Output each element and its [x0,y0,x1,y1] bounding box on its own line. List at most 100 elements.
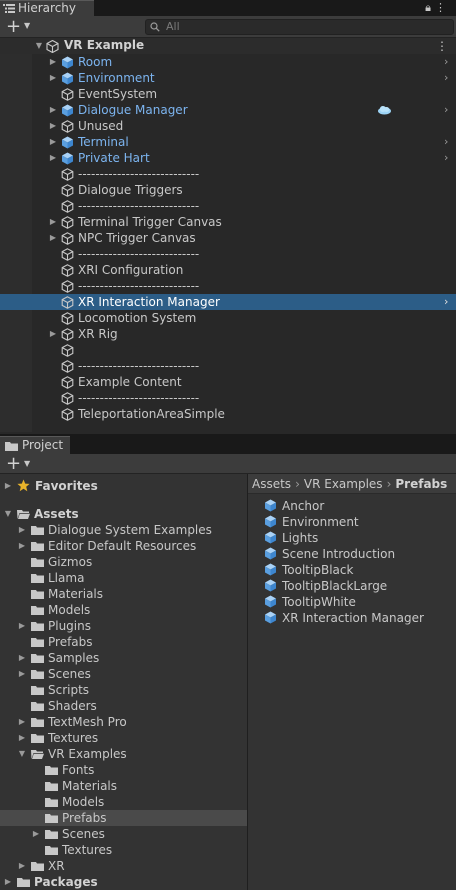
foldout-closed-icon[interactable]: ▶ [31,826,41,842]
hierarchy-search-input[interactable]: All [145,19,454,35]
open-prefab-chevron-icon[interactable]: › [444,150,452,166]
project-toolbar: + ▼ [0,454,456,474]
project-folder-row[interactable]: ▶ Samples [0,650,247,666]
asset-item[interactable]: Scene Introduction [264,546,454,562]
foldout-closed-icon[interactable]: ▶ [17,538,27,554]
project-folder-row[interactable]: Scripts [0,682,247,698]
hierarchy-item-row[interactable]: ---------------------------- [0,246,456,262]
hierarchy-item-row[interactable]: ---------------------------- [0,390,456,406]
asset-item[interactable]: Lights [264,530,454,546]
project-folder-row[interactable]: Models [0,602,247,618]
create-plus-icon[interactable]: + [6,16,21,37]
foldout-closed-icon[interactable]: ▶ [48,54,58,70]
hierarchy-item-row[interactable]: ▶ Terminal › [0,134,456,150]
asset-item[interactable]: XR Interaction Manager [264,610,454,626]
hierarchy-item-row[interactable]: Example Content [0,374,456,390]
foldout-closed-icon[interactable]: ▶ [48,70,58,86]
foldout-closed-icon[interactable]: ▶ [48,326,58,342]
hierarchy-item-row[interactable]: ▶ Environment › [0,70,456,86]
open-prefab-chevron-icon[interactable]: › [444,294,452,310]
foldout-closed-icon[interactable]: ▶ [17,650,27,666]
hierarchy-tab[interactable]: Hierarchy [0,0,94,16]
foldout-closed-icon[interactable]: ▶ [17,618,27,634]
foldout-closed-icon[interactable]: ▶ [48,118,58,134]
open-prefab-chevron-icon[interactable]: › [444,102,452,118]
foldout-open-icon[interactable]: ▼ [3,506,13,522]
create-dropdown-caret-icon[interactable]: ▼ [24,21,30,30]
project-folder-row[interactable]: Llama [0,570,247,586]
hierarchy-item-row[interactable]: XRI Configuration [0,262,456,278]
project-folder-row[interactable]: Models [0,794,247,810]
foldout-closed-icon[interactable]: ▶ [17,730,27,746]
hierarchy-item-row[interactable]: Dialogue Triggers [0,182,456,198]
foldout-closed-icon[interactable]: ▶ [48,134,58,150]
hierarchy-item-row[interactable]: ▶ XR Rig [0,326,456,342]
hierarchy-item-row[interactable]: ▶ Terminal Trigger Canvas [0,214,456,230]
hierarchy-item-row[interactable]: ▶ Room › [0,54,456,70]
project-tab[interactable]: Project [0,436,70,454]
project-folder-row[interactable]: Prefabs [0,810,247,826]
project-folder-row[interactable]: Fonts [0,762,247,778]
open-prefab-chevron-icon[interactable]: › [444,70,452,86]
kebab-menu-icon[interactable]: ⋮ [435,1,450,14]
project-folder-row[interactable]: ▶ Dialogue System Examples [0,522,247,538]
project-folder-row[interactable]: Materials [0,586,247,602]
project-folder-row[interactable]: ▶ Scenes [0,666,247,682]
scene-header-row[interactable]: ▼ VR Example ⋮ [0,38,456,54]
favorites-row[interactable]: ▶ Favorites [0,478,247,494]
hierarchy-item-row[interactable]: XR Interaction Manager › [0,294,456,310]
project-folder-row[interactable]: Textures [0,842,247,858]
open-prefab-chevron-icon[interactable]: › [444,54,452,70]
foldout-closed-icon[interactable]: ▶ [17,714,27,730]
favorites-foldout-closed-icon[interactable]: ▶ [3,478,13,494]
project-folder-row[interactable]: ▶ Textures [0,730,247,746]
hierarchy-item-row[interactable]: ▶ Unused [0,118,456,134]
project-folder-row[interactable]: ▶ Plugins [0,618,247,634]
breadcrumb-item[interactable]: VR Examples [304,477,383,491]
project-create-dropdown-caret-icon[interactable]: ▼ [24,459,30,468]
open-prefab-chevron-icon[interactable]: › [444,134,452,150]
scene-foldout-open-icon[interactable]: ▼ [34,38,44,54]
hierarchy-item-row[interactable]: ---------------------------- [0,198,456,214]
foldout-closed-icon[interactable]: ▶ [48,230,58,246]
foldout-closed-icon[interactable]: ▶ [48,214,58,230]
hierarchy-item-row[interactable] [0,342,456,358]
project-folder-row[interactable]: ▶ Editor Default Resources [0,538,247,554]
foldout-closed-icon[interactable]: ▶ [17,858,27,874]
project-folder-row[interactable]: Shaders [0,698,247,714]
foldout-closed-icon[interactable]: ▶ [3,874,13,890]
hierarchy-item-row[interactable]: ---------------------------- [0,166,456,182]
project-folder-row[interactable]: ▼ VR Examples [0,746,247,762]
hierarchy-item-row[interactable]: ---------------------------- [0,358,456,374]
project-create-plus-icon[interactable]: + [6,454,21,473]
foldout-closed-icon[interactable]: ▶ [48,102,58,118]
hierarchy-item-row[interactable]: ---------------------------- [0,278,456,294]
project-folder-row[interactable]: Gizmos [0,554,247,570]
hierarchy-item-row[interactable]: Locomotion System [0,310,456,326]
hierarchy-item-row[interactable]: ▶ Dialogue Manager › [0,102,456,118]
asset-item[interactable]: TooltipBlack [264,562,454,578]
hierarchy-item-row[interactable]: ▶ Private Hart › [0,150,456,166]
foldout-closed-icon[interactable]: ▶ [17,666,27,682]
asset-item[interactable]: Anchor [264,498,454,514]
project-folder-row[interactable]: ▶ Scenes [0,826,247,842]
asset-item[interactable]: TooltipBlackLarge [264,578,454,594]
project-folder-row[interactable]: ▶ XR [0,858,247,874]
foldout-closed-icon[interactable]: ▶ [17,522,27,538]
hierarchy-item-row[interactable]: TeleportationAreaSimple [0,406,456,422]
lock-icon[interactable]: 🔒︎ [425,1,435,14]
foldout-open-icon[interactable]: ▼ [17,746,27,762]
project-folder-row[interactable]: ▼ Assets [0,506,247,522]
project-folder-row[interactable]: Prefabs [0,634,247,650]
asset-item[interactable]: TooltipWhite [264,594,454,610]
scene-menu-kebab-icon[interactable]: ⋮ [436,38,448,54]
project-folder-row[interactable]: ▶ TextMesh Pro [0,714,247,730]
project-folder-row[interactable]: ▶ Packages [0,874,247,890]
foldout-closed-icon[interactable]: ▶ [48,150,58,166]
hierarchy-item-row[interactable]: EventSystem [0,86,456,102]
gameobject-cube-icon [61,264,74,277]
asset-item[interactable]: Environment [264,514,454,530]
project-folder-row[interactable]: Materials [0,778,247,794]
hierarchy-item-row[interactable]: ▶ NPC Trigger Canvas [0,230,456,246]
breadcrumb-item[interactable]: Assets [252,477,291,491]
